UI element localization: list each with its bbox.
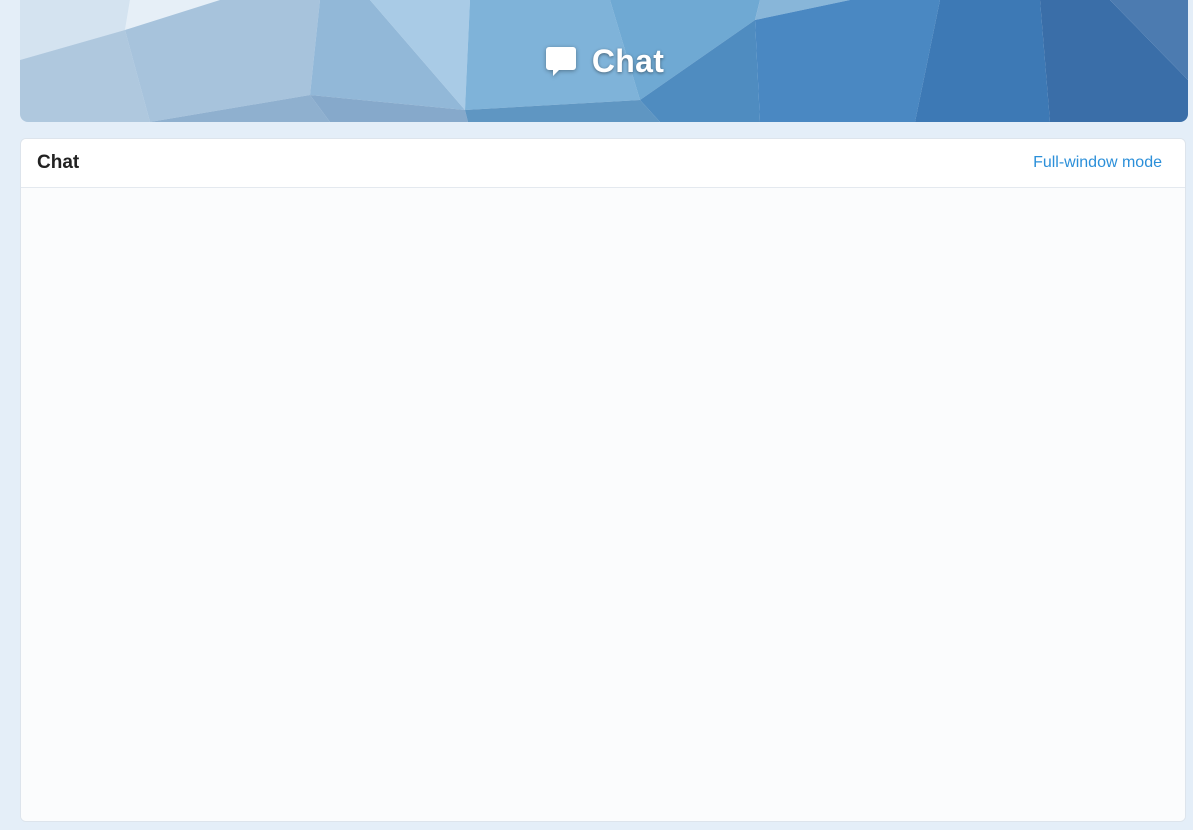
banner-title: Chat (20, 0, 1188, 122)
speech-bubble-icon (545, 47, 576, 76)
header-banner: Chat (20, 0, 1188, 122)
banner-title-text: Chat (591, 42, 665, 79)
chat-panel: Chat Full-window mode (20, 138, 1186, 822)
full-window-mode-link[interactable]: Full-window mode (1033, 154, 1162, 172)
chat-panel-title: Chat (37, 152, 80, 173)
chat-area[interactable] (21, 188, 1185, 821)
chat-panel-header: Chat Full-window mode (21, 139, 1185, 188)
